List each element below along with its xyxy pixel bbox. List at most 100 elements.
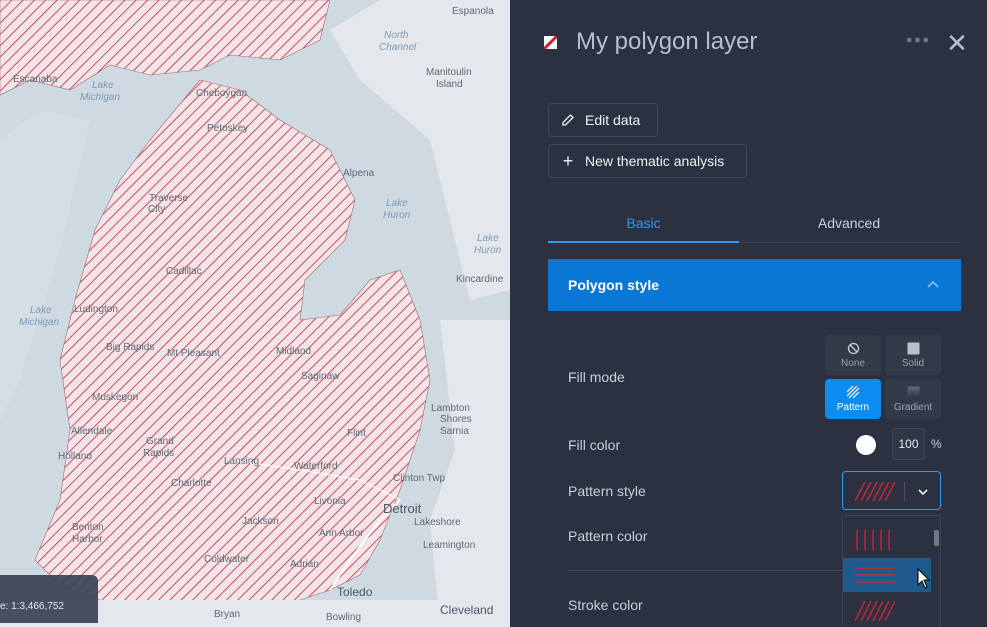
style-tabs: Basic Advanced bbox=[548, 203, 960, 243]
fill-mode-solid-label: Solid bbox=[901, 357, 925, 369]
map-label: Allendale bbox=[71, 426, 113, 437]
map-label: Rapids bbox=[143, 448, 175, 459]
map-label: Lake bbox=[477, 233, 499, 244]
chevron-up-icon bbox=[927, 281, 939, 288]
map-label: Sarnia bbox=[440, 426, 469, 437]
fill-mode-none-label: None bbox=[841, 357, 865, 369]
map-label: Bowling bbox=[326, 612, 362, 623]
map-label: Lambton bbox=[431, 403, 470, 414]
fill-mode-label: Fill mode bbox=[568, 369, 625, 385]
map-label: Cadillac bbox=[166, 266, 202, 277]
map-label: Leamington bbox=[423, 540, 476, 551]
select-separator bbox=[904, 482, 905, 501]
pattern-style-select[interactable] bbox=[842, 471, 941, 510]
map-label: North bbox=[384, 30, 409, 41]
map-label: Jackson bbox=[242, 516, 279, 527]
tab-basic[interactable]: Basic bbox=[548, 203, 739, 243]
map-label: Lansing bbox=[224, 456, 260, 467]
scrollbar-thumb[interactable] bbox=[934, 530, 939, 546]
map-label: Holland bbox=[58, 451, 92, 462]
map-label: Traverse bbox=[149, 193, 189, 204]
map-label: Alpena bbox=[343, 168, 375, 179]
map-label: Livonia bbox=[314, 496, 346, 507]
pencil-icon bbox=[561, 113, 575, 127]
scale-box bbox=[0, 575, 98, 623]
scale-text: e: 1:3,466,752 bbox=[0, 601, 64, 612]
map-label: Bryan bbox=[214, 609, 241, 620]
fill-mode-solid-button[interactable]: Solid bbox=[885, 335, 941, 375]
edit-data-label: Edit data bbox=[585, 112, 641, 128]
section-title: Polygon style bbox=[568, 277, 660, 293]
map-label: Lake bbox=[30, 305, 52, 316]
section-divider bbox=[568, 570, 842, 571]
map-label: City bbox=[148, 204, 166, 215]
opacity-input[interactable] bbox=[892, 428, 925, 460]
edit-data-button[interactable]: Edit data bbox=[548, 103, 658, 137]
pattern-option-vertical-lines[interactable] bbox=[843, 523, 931, 557]
map-label: Huron bbox=[474, 245, 502, 256]
map-label: Adrian bbox=[290, 559, 319, 570]
map-label: Petoskey bbox=[207, 123, 249, 134]
map-label: Escanaba bbox=[13, 74, 58, 85]
map-label: Ludington bbox=[74, 304, 118, 315]
map-label: Michigan bbox=[19, 317, 60, 328]
map-label: Mt Pleasant bbox=[167, 348, 220, 359]
map-label: Toledo bbox=[337, 585, 373, 599]
map-label: Kincardine bbox=[456, 274, 504, 285]
map-label: Clinton Twp bbox=[393, 473, 446, 484]
gradient-fill-icon bbox=[907, 386, 919, 398]
close-icon[interactable]: ✕ bbox=[944, 28, 970, 58]
pattern-option-diagonal-lines[interactable] bbox=[843, 594, 931, 627]
map-label: Grand bbox=[146, 436, 174, 447]
fill-mode-gradient-button[interactable]: Gradient bbox=[885, 379, 941, 419]
diagonal-pattern-preview-icon bbox=[855, 482, 895, 501]
map-label: Muskegon bbox=[92, 392, 139, 403]
pattern-color-label: Pattern color bbox=[568, 528, 648, 544]
stroke-color-label: Stroke color bbox=[568, 597, 643, 613]
no-fill-icon bbox=[847, 342, 859, 354]
horizontal-lines-pattern-icon bbox=[855, 567, 895, 583]
map-label: Cleveland bbox=[440, 603, 494, 617]
map-label: Midland bbox=[276, 346, 312, 357]
map-label: Ann Arbor bbox=[319, 528, 364, 539]
dropdown-scrollbar[interactable] bbox=[932, 518, 940, 627]
map-label: Lake bbox=[92, 80, 114, 91]
new-thematic-analysis-button[interactable]: + New thematic analysis bbox=[548, 144, 747, 178]
new-analysis-label: New thematic analysis bbox=[585, 153, 725, 169]
fill-color-swatch[interactable] bbox=[856, 435, 876, 455]
map-label: Cheboygan bbox=[196, 88, 248, 99]
plus-icon: + bbox=[562, 150, 574, 171]
polygon-style-section-header[interactable]: Polygon style bbox=[548, 259, 961, 311]
fill-color-label: Fill color bbox=[568, 437, 621, 453]
solid-fill-icon bbox=[907, 342, 919, 354]
active-tab-indicator bbox=[548, 241, 739, 243]
map-label: Channel bbox=[379, 42, 417, 53]
map-label: Flint bbox=[347, 428, 366, 439]
chevron-down-icon bbox=[918, 489, 928, 496]
map-label: Espanola bbox=[452, 6, 494, 17]
map-label: Big Rapids bbox=[106, 342, 155, 353]
tab-advanced[interactable]: Advanced bbox=[749, 203, 949, 243]
map-label: Saginaw bbox=[301, 371, 340, 382]
map-view[interactable]: Espanola North Channel Escanaba Manitoul… bbox=[0, 0, 510, 627]
map-label: Huron bbox=[383, 210, 411, 221]
diagonal-lines-pattern-icon bbox=[855, 601, 895, 621]
map-label: Lake bbox=[386, 198, 408, 209]
map-label: Detroit bbox=[383, 501, 422, 516]
fill-mode-none-button[interactable]: None bbox=[825, 335, 881, 375]
map-label: Charlotte bbox=[171, 478, 212, 489]
vertical-lines-pattern-icon bbox=[856, 530, 890, 550]
map-label: Harbor bbox=[72, 534, 103, 545]
map-label: Island bbox=[436, 79, 463, 90]
map-label: Manitoulin bbox=[426, 67, 472, 78]
map-label: Lakeshore bbox=[414, 517, 461, 528]
polygon-layer-icon bbox=[544, 36, 557, 49]
fill-mode-gradient-label: Gradient bbox=[893, 401, 933, 413]
fill-mode-pattern-label: Pattern bbox=[836, 401, 870, 413]
more-dots-icon[interactable]: ••• bbox=[906, 30, 931, 51]
map-label: Coldwater bbox=[204, 554, 250, 565]
fill-mode-pattern-button[interactable]: Pattern bbox=[825, 379, 881, 419]
map-label: Shores bbox=[440, 414, 472, 425]
mouse-cursor-icon bbox=[917, 568, 931, 589]
map-label: Waterford bbox=[294, 461, 338, 472]
